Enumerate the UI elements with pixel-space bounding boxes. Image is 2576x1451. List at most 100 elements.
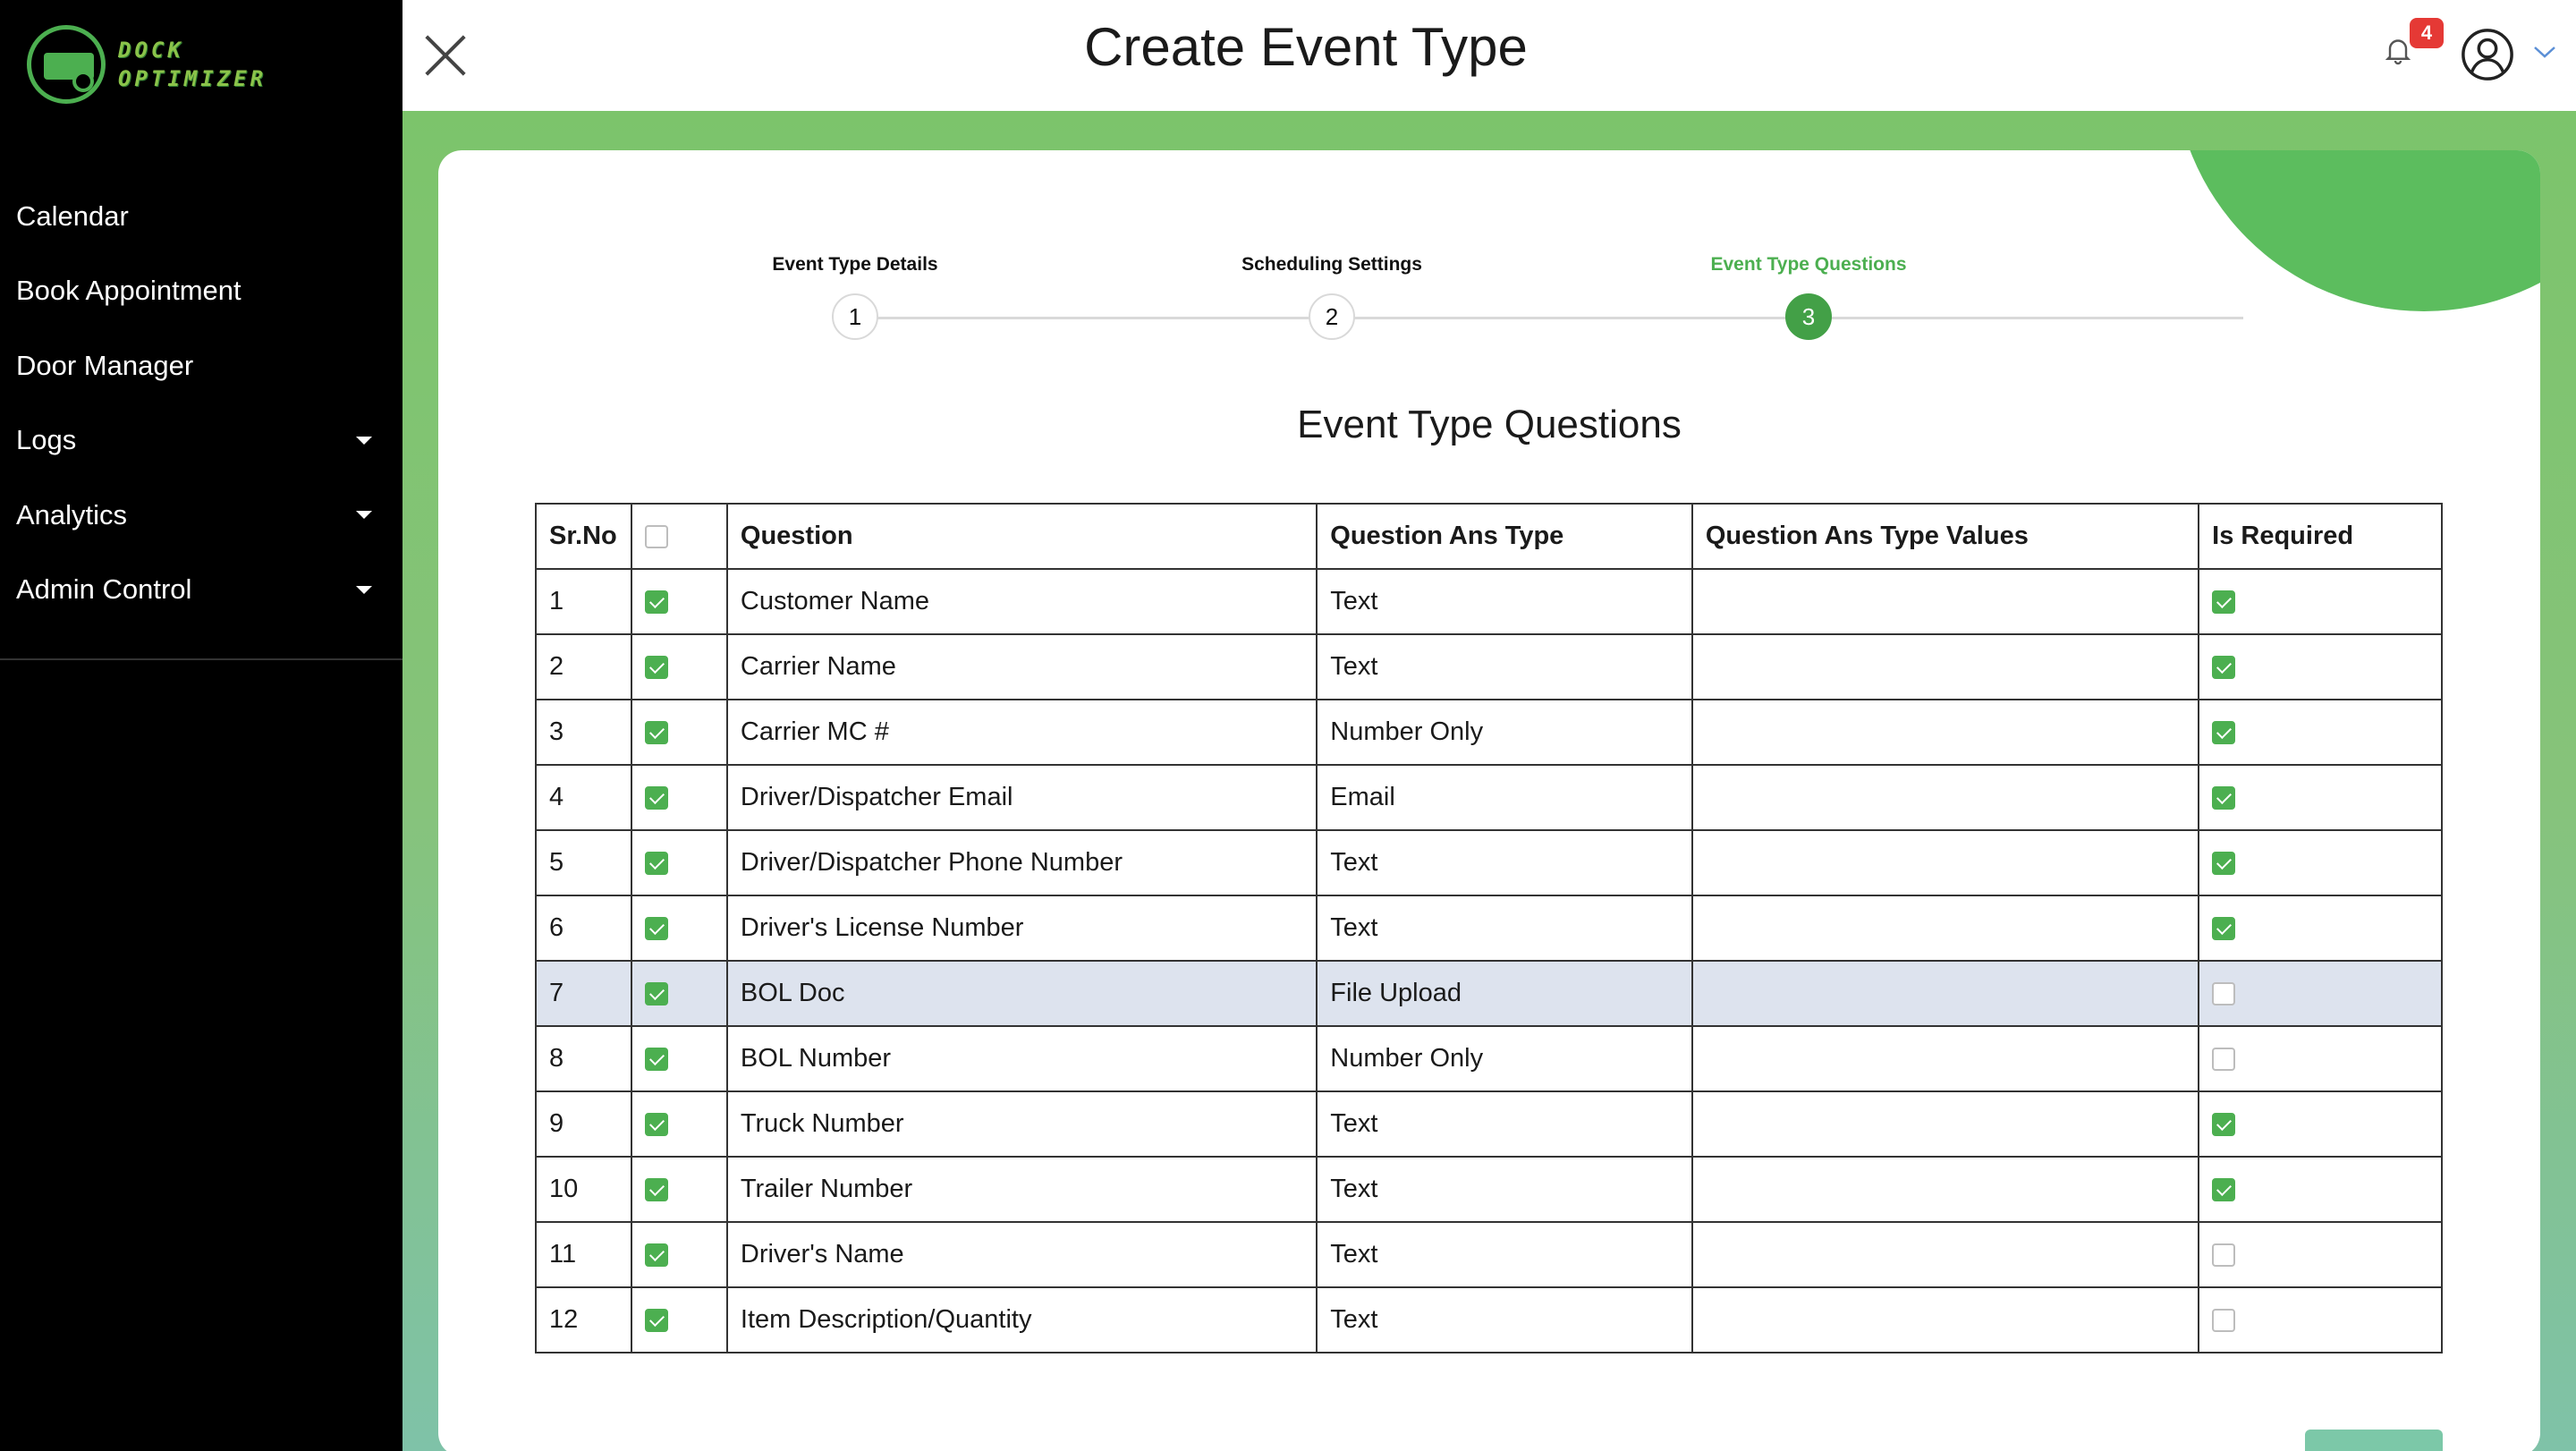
- sidebar-item-label: Calendar: [16, 199, 129, 232]
- select-all-checkbox[interactable]: [644, 525, 668, 549]
- table-row[interactable]: 1 Customer Name Text: [535, 568, 2443, 635]
- cell-sr-no: 7: [535, 960, 632, 1027]
- cell-ans-type-values: [1690, 1221, 2200, 1288]
- table-body: 1 Customer Name Text 2 Carrier Name Text 3 Carr…: [535, 568, 2443, 1353]
- cell-select: [630, 829, 728, 896]
- cell-question: Carrier MC #: [725, 699, 1318, 766]
- select-checkbox[interactable]: [644, 1113, 668, 1137]
- cell-select: [630, 764, 728, 831]
- cell-select: [630, 633, 728, 700]
- user-avatar-icon[interactable]: [2460, 27, 2515, 82]
- cell-ans-type-values: [1690, 1286, 2200, 1353]
- select-checkbox[interactable]: [644, 786, 668, 810]
- cell-question: Trailer Number: [725, 1156, 1318, 1223]
- required-checkbox[interactable]: [2212, 1309, 2236, 1333]
- cell-question: BOL Number: [725, 1025, 1318, 1092]
- cell-sr-no: 9: [535, 1090, 632, 1158]
- sidebar-item-label: Admin Control: [16, 573, 192, 606]
- step-label: Event Type Details: [772, 254, 938, 275]
- required-checkbox[interactable]: [2212, 1178, 2236, 1202]
- required-checkbox[interactable]: [2212, 1113, 2236, 1137]
- sidebar-item-book-appointment[interactable]: Book Appointment: [0, 254, 402, 329]
- required-checkbox[interactable]: [2212, 786, 2236, 810]
- table-row[interactable]: 11 Driver's Name Text: [535, 1221, 2443, 1288]
- table-row[interactable]: 12 Item Description/Quantity Text: [535, 1286, 2443, 1353]
- cell-ans-type-values: [1690, 829, 2200, 896]
- cell-select: [630, 1286, 728, 1353]
- select-checkbox[interactable]: [644, 1309, 668, 1333]
- required-checkbox[interactable]: [2212, 656, 2236, 680]
- required-checkbox[interactable]: [2212, 1243, 2236, 1268]
- table-row[interactable]: 5 Driver/Dispatcher Phone Number Text: [535, 829, 2443, 896]
- cell-ans-type-values: [1690, 895, 2200, 962]
- next-button[interactable]: [2305, 1430, 2443, 1451]
- step-label: Scheduling Settings: [1241, 254, 1422, 275]
- caret-down-icon: [356, 436, 372, 445]
- required-checkbox[interactable]: [2212, 852, 2236, 876]
- table-row[interactable]: 3 Carrier MC # Number Only: [535, 699, 2443, 766]
- cell-question: Driver/Dispatcher Email: [725, 764, 1318, 831]
- table-row[interactable]: 7 BOL Doc File Upload: [535, 960, 2443, 1027]
- required-checkbox[interactable]: [2212, 721, 2236, 745]
- cell-select: [630, 1025, 728, 1092]
- sidebar-item-door-manager[interactable]: Door Manager: [0, 328, 402, 403]
- sidebar-item-calendar[interactable]: Calendar: [0, 179, 402, 254]
- table-header-row: Sr.No Question Question Ans Type Questio…: [535, 503, 2443, 570]
- select-checkbox[interactable]: [644, 590, 668, 615]
- header-select-all: [630, 503, 728, 570]
- select-checkbox[interactable]: [644, 917, 668, 941]
- select-checkbox[interactable]: [644, 852, 668, 876]
- required-checkbox[interactable]: [2212, 590, 2236, 615]
- cell-ans-type: Text: [1316, 633, 1693, 700]
- select-checkbox[interactable]: [644, 656, 668, 680]
- step-event-type-details[interactable]: Event Type Details 1: [721, 254, 989, 340]
- cell-ans-type: Email: [1316, 764, 1693, 831]
- header-is-required: Is Required: [2198, 503, 2443, 570]
- cell-sr-no: 5: [535, 829, 632, 896]
- select-checkbox[interactable]: [644, 982, 668, 1006]
- table-row[interactable]: 4 Driver/Dispatcher Email Email: [535, 764, 2443, 831]
- sidebar-item-admin-control[interactable]: Admin Control: [0, 553, 402, 628]
- cell-sr-no: 11: [535, 1221, 632, 1288]
- select-checkbox[interactable]: [644, 1243, 668, 1268]
- step-number: 2: [1309, 293, 1355, 340]
- cell-select: [630, 1221, 728, 1288]
- cell-question: Item Description/Quantity: [725, 1286, 1318, 1353]
- select-checkbox[interactable]: [644, 721, 668, 745]
- cell-sr-no: 3: [535, 699, 632, 766]
- sidebar-item-logs[interactable]: Logs: [0, 403, 402, 479]
- cell-question: Driver's Name: [725, 1221, 1318, 1288]
- cell-required: [2198, 1090, 2443, 1158]
- cell-required: [2198, 1025, 2443, 1092]
- table-row[interactable]: 2 Carrier Name Text: [535, 633, 2443, 700]
- step-scheduling-settings[interactable]: Scheduling Settings 2: [1198, 254, 1466, 340]
- cell-ans-type-values: [1690, 1025, 2200, 1092]
- questions-table: Sr.No Question Question Ans Type Questio…: [535, 503, 2443, 1353]
- required-checkbox[interactable]: [2212, 1048, 2236, 1072]
- step-event-type-questions[interactable]: Event Type Questions 3: [1674, 254, 1943, 340]
- select-checkbox[interactable]: [644, 1048, 668, 1072]
- truck-logo-icon: [27, 25, 106, 104]
- cell-ans-type: Text: [1316, 568, 1693, 635]
- select-checkbox[interactable]: [644, 1178, 668, 1202]
- cell-ans-type: Number Only: [1316, 1025, 1693, 1092]
- cell-ans-type: Text: [1316, 1221, 1693, 1288]
- cell-ans-type-values: [1690, 1090, 2200, 1158]
- required-checkbox[interactable]: [2212, 917, 2236, 941]
- table-row[interactable]: 6 Driver's License Number Text: [535, 895, 2443, 962]
- table-row[interactable]: 8 BOL Number Number Only: [535, 1025, 2443, 1092]
- sidebar-item-label: Logs: [16, 424, 77, 456]
- sidebar-item-label: Book Appointment: [16, 275, 242, 307]
- chevron-down-icon[interactable]: [2531, 43, 2558, 61]
- cell-required: [2198, 633, 2443, 700]
- sidebar-item-analytics[interactable]: Analytics: [0, 478, 402, 553]
- cell-required: [2198, 829, 2443, 896]
- required-checkbox[interactable]: [2212, 982, 2236, 1006]
- cell-required: [2198, 1221, 2443, 1288]
- cell-ans-type: File Upload: [1316, 960, 1693, 1027]
- cell-ans-type: Text: [1316, 1090, 1693, 1158]
- table-row[interactable]: 9 Truck Number Text: [535, 1090, 2443, 1158]
- app-logo[interactable]: DOCK OPTIMIZER: [27, 25, 267, 104]
- table-row[interactable]: 10 Trailer Number Text: [535, 1156, 2443, 1223]
- form-card: Event Type Details 1 Scheduling Settings…: [438, 150, 2540, 1451]
